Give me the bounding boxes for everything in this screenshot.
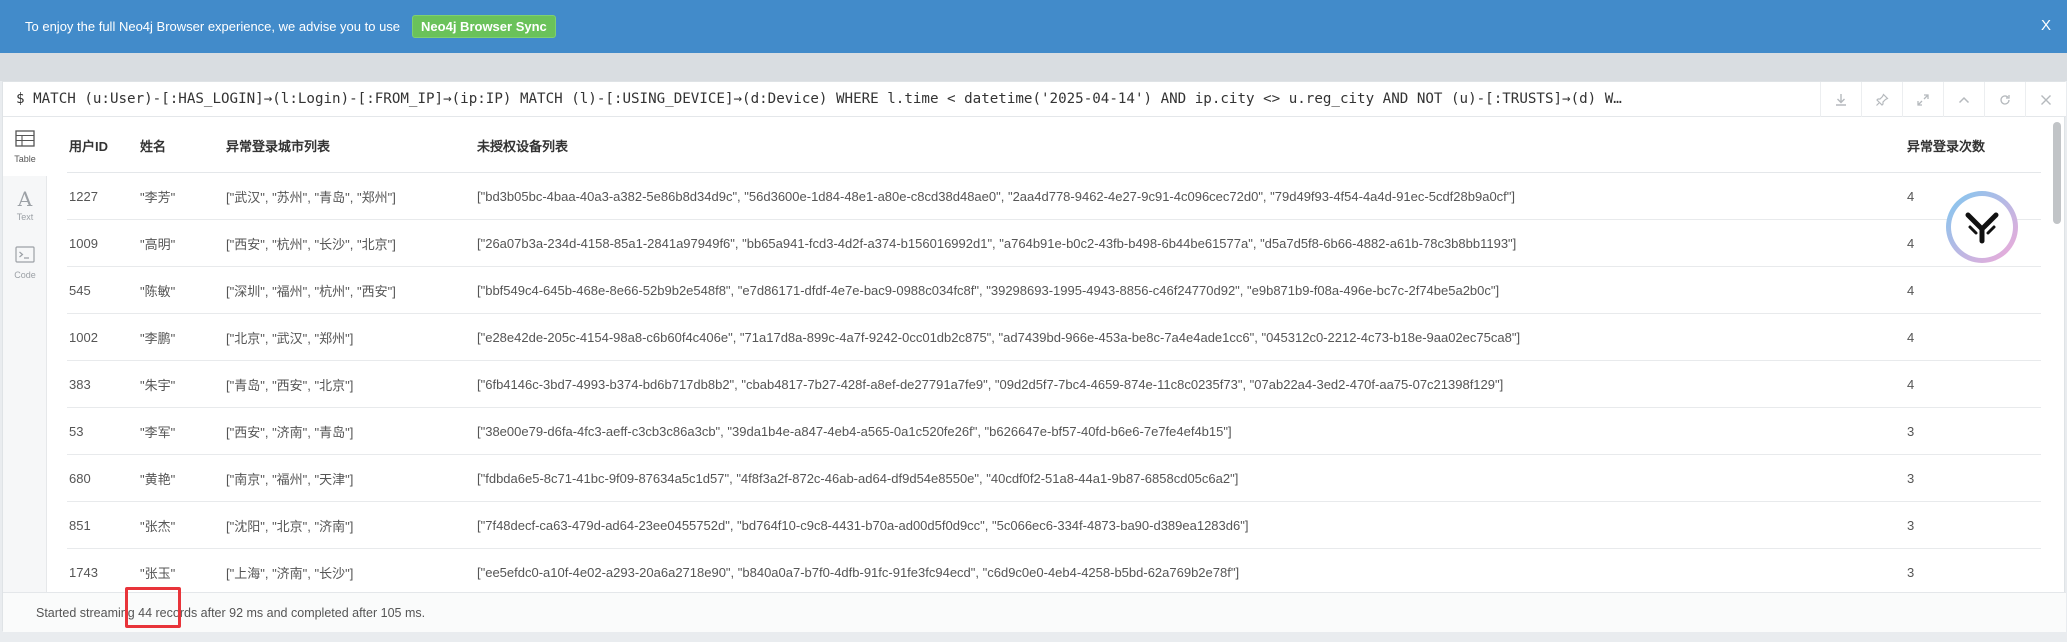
cell-user-id: 1743 xyxy=(69,564,98,580)
cell-name: "李鹏" xyxy=(140,330,176,346)
sidebar-item-label: Text xyxy=(16,211,34,222)
cell-count: 3 xyxy=(1907,423,1915,439)
table-row: 851 "张杰" ["沈阳", "北京", "济南"] ["7f48decf-ca63… xyxy=(67,502,2041,549)
cell-devices: ["6fb4146c-3bd7-4993-b374-bd6b717db8b2",… xyxy=(477,376,1504,392)
status-bar: Started streaming 44 records after 92 ms… xyxy=(3,592,2066,632)
cell-user-id: 851 xyxy=(69,517,91,533)
banner-close-button[interactable]: X xyxy=(2041,17,2051,34)
cell-cities: ["青岛", "西安", "北京"] xyxy=(226,377,354,393)
table-header: 用户ID 姓名 异常登录城市列表 未授权设备列表 异常登录次数 xyxy=(67,118,2041,173)
y-logo-icon xyxy=(1965,212,1999,244)
stream-gap xyxy=(0,53,2067,81)
cell-name: "陈敏" xyxy=(140,283,176,299)
collapse-up-icon[interactable] xyxy=(1943,82,1984,117)
cell-name: "高明" xyxy=(140,236,176,252)
cell-user-id: 383 xyxy=(69,376,91,392)
cell-user-id: 680 xyxy=(69,470,91,486)
expand-icon[interactable] xyxy=(1902,82,1943,117)
view-sidebar: Table A Text Code xyxy=(3,118,47,592)
table-row: 53 "李军" ["西安", "济南", "青岛"] ["38e00e79-d6fa-… xyxy=(67,408,2041,455)
code-icon xyxy=(15,246,35,267)
close-icon[interactable] xyxy=(2025,82,2066,117)
cell-count: 4 xyxy=(1907,282,1915,298)
sidebar-item-text[interactable]: A Text xyxy=(3,176,47,234)
table-row: 1743 "张玉" ["上海", "济南", "长沙"] ["ee5efdc0-a10… xyxy=(67,549,2041,592)
cell-devices: ["bd3b05bc-4baa-40a3-a382-5e86b8d34d9c",… xyxy=(477,188,1516,204)
result-frame: $ MATCH (u:User)-[:HAS_LOGIN]→(l:Login)-… xyxy=(2,81,2066,632)
cell-name: "李军" xyxy=(140,424,176,440)
cell-devices: ["fdbda6e5-8c71-41bc-9f09-87634a5c1d57",… xyxy=(477,470,1239,486)
cypher-query[interactable]: $ MATCH (u:User)-[:HAS_LOGIN]→(l:Login)-… xyxy=(3,91,1811,107)
logo-inner xyxy=(1951,196,2013,258)
text-icon: A xyxy=(17,186,33,211)
cell-user-id: 1002 xyxy=(69,329,98,345)
cell-name: "张玉" xyxy=(140,565,176,581)
result-table: 用户ID 姓名 异常登录城市列表 未授权设备列表 异常登录次数 1227 "李芳"… xyxy=(67,118,2041,592)
cell-cities: ["上海", "济南", "长沙"] xyxy=(226,565,354,581)
cell-devices: ["bbf549c4-645b-468e-8e66-52b9b2e548f8",… xyxy=(477,282,1500,298)
column-header-devices: 未授权设备列表 xyxy=(477,138,569,154)
sidebar-item-label: Table xyxy=(14,154,36,164)
cell-user-id: 1009 xyxy=(69,235,98,251)
table-row: 383 "朱宇" ["青岛", "西安", "北京"] ["6fb4146c-3bd7… xyxy=(67,361,2041,408)
cell-cities: ["沈阳", "北京", "济南"] xyxy=(226,518,354,534)
sidebar-item-table[interactable]: Table xyxy=(3,118,47,176)
cell-cities: ["西安", "杭州", "长沙", "北京"] xyxy=(226,236,396,252)
cell-name: "黄艳" xyxy=(140,471,176,487)
sidebar-item-label: Code xyxy=(14,270,36,280)
rerun-icon[interactable] xyxy=(1984,82,2025,117)
cell-name: "李芳" xyxy=(140,189,176,205)
column-header-user-id: 用户ID xyxy=(69,138,109,154)
download-icon[interactable] xyxy=(1820,82,1861,117)
column-header-cities: 异常登录城市列表 xyxy=(226,138,331,154)
cell-count: 3 xyxy=(1907,470,1915,486)
scrollbar-thumb[interactable] xyxy=(2053,122,2061,224)
cell-user-id: 1227 xyxy=(69,188,98,204)
cell-devices: ["e28e42de-205c-4154-98a8-c6b60f4c406e",… xyxy=(477,329,1521,345)
sync-banner: To enjoy the full Neo4j Browser experien… xyxy=(0,0,2067,53)
frame-toolbar xyxy=(1820,82,2066,117)
cell-user-id: 545 xyxy=(69,282,91,298)
cell-name: "朱宇" xyxy=(140,377,176,393)
cell-cities: ["武汉", "苏州", "青岛", "郑州"] xyxy=(226,189,396,205)
table-row: 1009 "高明" ["西安", "杭州", "长沙", "北京"] ["26a07b… xyxy=(67,220,2041,267)
banner-message: To enjoy the full Neo4j Browser experien… xyxy=(25,19,401,34)
column-header-name: 姓名 xyxy=(140,138,167,154)
neo4j-browser-sync-button[interactable]: Neo4j Browser Sync xyxy=(412,15,556,38)
status-text: Started streaming 44 records after 92 ms… xyxy=(36,605,426,620)
cell-devices: ["38e00e79-d6fa-4fc3-aeff-c3cb3c86a3cb",… xyxy=(477,423,1232,439)
table-row: 545 "陈敏" ["深圳", "福州", "杭州", "西安"] ["bbf549c… xyxy=(67,267,2041,314)
cell-cities: ["北京", "武汉", "郑州"] xyxy=(226,330,354,346)
highlight-annotation xyxy=(125,587,181,628)
cell-count: 4 xyxy=(1907,376,1915,392)
column-header-count: 异常登录次数 xyxy=(1907,138,1986,154)
table-icon xyxy=(15,130,35,151)
sidebar-item-code[interactable]: Code xyxy=(3,234,47,292)
cell-devices: ["7f48decf-ca63-479d-ad64-23ee0455752d",… xyxy=(477,517,1249,533)
query-bar: $ MATCH (u:User)-[:HAS_LOGIN]→(l:Login)-… xyxy=(3,82,2066,117)
cell-cities: ["南京", "福州", "天津"] xyxy=(226,471,354,487)
cell-count: 4 xyxy=(1907,329,1915,345)
assistant-logo-icon[interactable] xyxy=(1946,191,2018,263)
table-row: 1002 "李鹏" ["北京", "武汉", "郑州"] ["e28e42de-205… xyxy=(67,314,2041,361)
table-row: 1227 "李芳" ["武汉", "苏州", "青岛", "郑州"] ["bd3b05… xyxy=(67,173,2041,220)
table-body: 1227 "李芳" ["武汉", "苏州", "青岛", "郑州"] ["bd3b05… xyxy=(67,173,2041,592)
pin-icon[interactable] xyxy=(1861,82,1902,117)
table-row: 680 "黄艳" ["南京", "福州", "天津"] ["fdbda6e5-8c71… xyxy=(67,455,2041,502)
cell-count: 3 xyxy=(1907,564,1915,580)
cell-cities: ["深圳", "福州", "杭州", "西安"] xyxy=(226,283,396,299)
cell-devices: ["26a07b3a-234d-4158-85a1-2841a97949f6",… xyxy=(477,235,1517,251)
cell-count: 3 xyxy=(1907,517,1915,533)
cell-user-id: 53 xyxy=(69,423,84,439)
cell-cities: ["西安", "济南", "青岛"] xyxy=(226,424,354,440)
cell-devices: ["ee5efdc0-a10f-4e02-a293-20a6a2718e90",… xyxy=(477,564,1240,580)
cell-name: "张杰" xyxy=(140,518,176,534)
